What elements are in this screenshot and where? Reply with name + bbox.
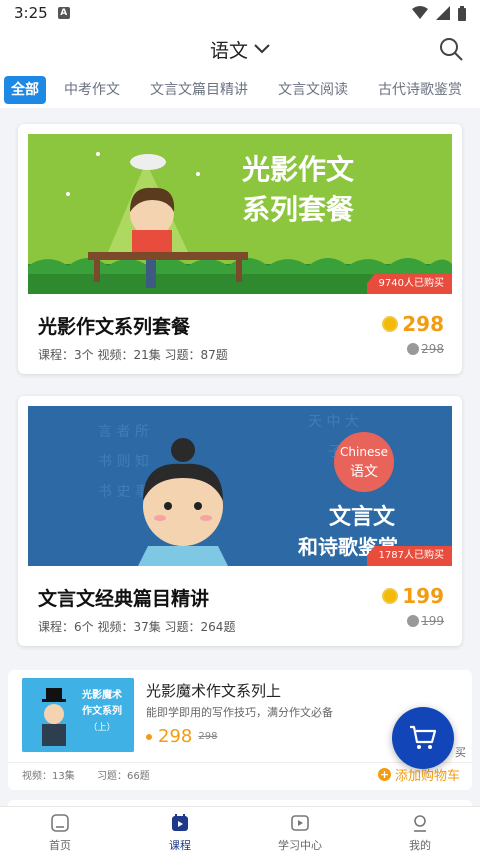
videos-count: 视频：13集 [22, 771, 75, 782]
svg-text:书 则 知: 书 则 知 [98, 453, 149, 470]
original-price: 199 [407, 614, 444, 628]
course-title: 文言文经典篇目精讲 [38, 588, 210, 610]
course-meta: 课程：3个 视频：21集 习题：87题 [38, 348, 228, 362]
chevron-down-icon [254, 44, 270, 54]
orig-price-value: 199 [421, 614, 444, 628]
search-icon[interactable] [438, 36, 464, 62]
course-price: 298 [382, 312, 444, 336]
course-list[interactable]: 光影作文 系列套餐 9740人已购买 光影作文系列套餐 课程：3个 视频：21集… [0, 108, 480, 806]
battery-icon [458, 5, 466, 21]
course-desc: 能即学即用的写作技巧，满分作文必备 [146, 706, 333, 719]
course-title: 光影作文系列套餐 [38, 316, 191, 338]
subject-selector[interactable]: 语文 [210, 36, 270, 63]
cart-icon [410, 725, 437, 749]
bubble-line2: 语文 [350, 464, 378, 480]
course-banner: 光影作文 系列套餐 9740人已购买 [28, 134, 452, 294]
tab-classical-texts[interactable]: 文言文篇目精讲 [138, 76, 260, 104]
price-value: 199 [402, 584, 444, 608]
price-dot-icon [146, 733, 152, 740]
divider [8, 762, 472, 763]
course-price: 199 [382, 584, 444, 608]
banner-illustration: 光影作文 系列套餐 [28, 134, 452, 294]
tab-classical-reading[interactable]: 文言文阅读 [266, 76, 360, 104]
banner-title-line1: 光影作文 [241, 153, 354, 186]
status-time: 3:25 [14, 4, 48, 22]
orig-price-value: 298 [421, 342, 444, 356]
tab-poetry[interactable]: 古代诗歌鉴赏 [366, 76, 474, 104]
course-card[interactable]: 言 者 所书 则 知书 史 事 天 中 大子 人 生 Chinese 语文 文言… [18, 396, 462, 646]
thumb-line3: （上） [88, 722, 115, 733]
original-price: 298 [198, 731, 218, 742]
course-title: 光影魔术作文系列上 [146, 682, 282, 700]
original-price: 298 [407, 342, 444, 356]
coin-icon [382, 588, 399, 604]
top-bar: 语文 [0, 26, 480, 72]
course-meta: 视频：13集 习题：66题 [22, 767, 150, 782]
shopping-cart-button[interactable] [392, 707, 454, 769]
price-value: 298 [158, 726, 193, 747]
home-icon [51, 814, 69, 832]
play-icon [291, 815, 309, 831]
buyers-partial: 买 [455, 746, 466, 759]
coin-icon [382, 316, 399, 332]
course-thumbnail: 光影魔术 作文系列 （上） [22, 678, 134, 752]
category-tabs: 全部 中考作文 文言文篇目精讲 文言文阅读 古代诗歌鉴赏 [0, 72, 480, 108]
nav-learning-center[interactable]: 学习中心 [240, 807, 360, 859]
coin-gray-icon [407, 343, 420, 355]
plus-icon: + [377, 768, 391, 781]
nav-courses-label: 课程 [169, 839, 191, 852]
nav-learning-label: 学习中心 [278, 839, 322, 852]
tab-zhongkao-essay[interactable]: 中考作文 [52, 76, 132, 104]
buyers-badge: 1787人已购买 [366, 546, 452, 566]
tab-all[interactable]: 全部 [4, 76, 46, 104]
bottom-nav: 首页 课程 学习中心 我的 [0, 806, 480, 859]
exercises-count: 习题：66题 [97, 771, 150, 782]
nav-me-label: 我的 [409, 839, 431, 852]
bubble-line1: Chinese [340, 445, 388, 459]
wifi-icon [412, 6, 428, 19]
calendar-icon [172, 814, 188, 831]
banner-illustration: 言 者 所书 则 知书 史 事 天 中 大子 人 生 Chinese 语文 文言… [28, 406, 452, 566]
nav-home[interactable]: 首页 [0, 807, 120, 859]
coin-gray-icon [407, 615, 420, 627]
status-bar: 3:25 A [0, 0, 480, 26]
course-banner: 言 者 所书 则 知书 史 事 天 中 大子 人 生 Chinese 语文 文言… [28, 406, 452, 566]
svg-text:天 中 大: 天 中 大 [308, 414, 359, 430]
buyers-badge: 9740人已购买 [366, 274, 452, 294]
svg-text:书 史 事: 书 史 事 [98, 484, 149, 500]
price-value: 298 [402, 312, 444, 336]
thumb-line1: 光影魔术 [81, 688, 122, 701]
banner-title-line2: 系列套餐 [242, 193, 355, 226]
thumb-line2: 作文系列 [82, 704, 122, 717]
nav-home-label: 首页 [49, 839, 71, 852]
page-title: 语文 [209, 39, 248, 62]
nav-courses[interactable]: 课程 [120, 807, 240, 859]
user-icon [414, 815, 426, 832]
nav-me[interactable]: 我的 [360, 807, 480, 859]
notification-a-icon: A [57, 7, 70, 19]
course-card[interactable]: 光影作文 系列套餐 9740人已购买 光影作文系列套餐 课程：3个 视频：21集… [18, 124, 462, 374]
svg-text:言 者 所: 言 者 所 [98, 424, 149, 440]
thumbnail-illustration: 光影魔术 作文系列 （上） [22, 678, 134, 752]
signal-icon [436, 6, 450, 20]
banner-title-line1: 文言文 [329, 504, 396, 530]
course-price: 298 298 [146, 726, 217, 747]
course-meta: 课程：6个 视频：37集 习题：264题 [38, 620, 236, 634]
